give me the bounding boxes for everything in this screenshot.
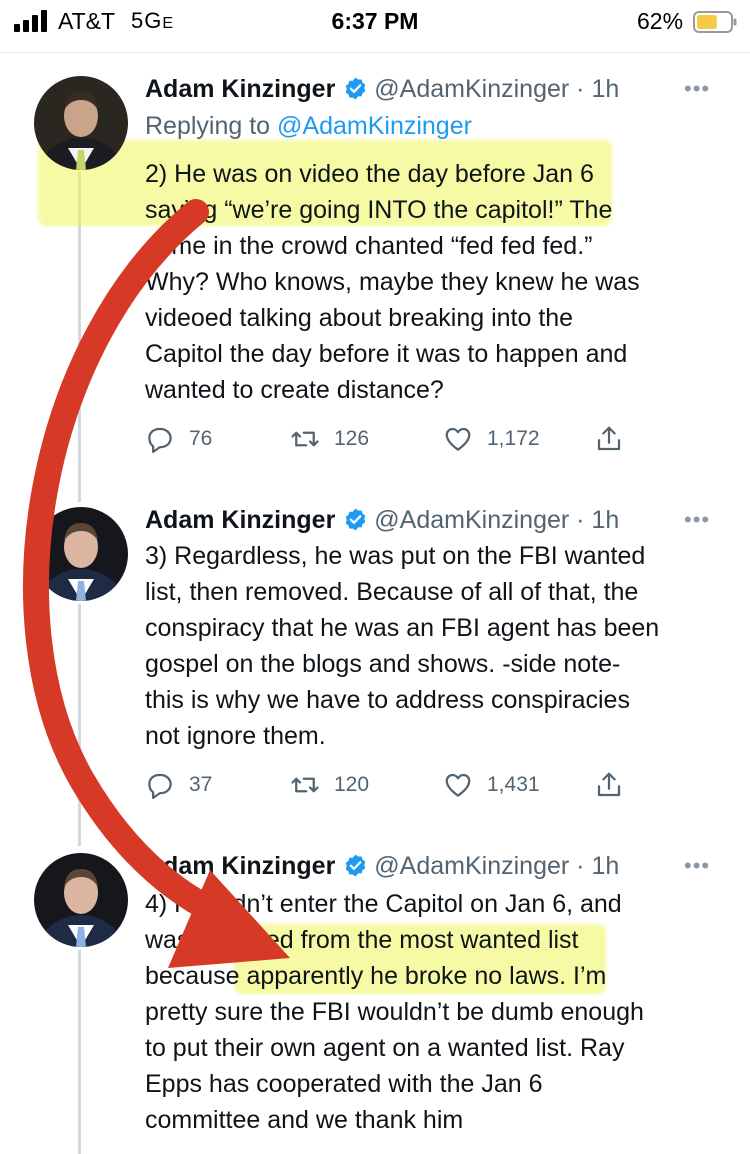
tweet-text-line: wanted to create distance? xyxy=(145,376,444,404)
tweet-text-line: saying “we’re going INTO the capitol!” T… xyxy=(145,196,613,224)
reply-icon xyxy=(148,427,172,453)
retweet-button[interactable]: 126 xyxy=(290,419,369,459)
tweet-text-line: 4) He didn’t enter the Capitol on Jan 6,… xyxy=(145,890,622,918)
tweet-text-line: committee and we thank him xyxy=(145,1106,464,1134)
share-button[interactable] xyxy=(594,419,624,459)
like-count: 1,172 xyxy=(487,427,540,450)
divider xyxy=(0,52,750,53)
display-name[interactable]: Adam Kinzinger xyxy=(145,506,335,534)
verified-badge-icon xyxy=(346,508,366,531)
tweet-text-line: because apparently he broke no laws. I’m xyxy=(145,962,607,990)
tweet-text-line: Capitol the day before it was to happen … xyxy=(145,340,628,368)
tweet-text-line: this is why we have to address conspirac… xyxy=(145,686,630,714)
display-name[interactable]: Adam Kinzinger xyxy=(145,75,335,103)
verified-badge-icon xyxy=(346,854,366,877)
retweet-count: 120 xyxy=(334,773,370,796)
tweet-header: Adam Kinzinger @AdamKinzinger · 1h xyxy=(145,848,619,884)
share-icon xyxy=(597,426,621,451)
tweet-text-line: not ignore them. xyxy=(145,722,326,750)
thread-connector-line xyxy=(78,604,81,846)
tweet-text-line: conspiracy that he was an FBI agent has … xyxy=(145,614,660,642)
reply-button[interactable]: 37 xyxy=(145,765,212,805)
tweet-time[interactable]: · 1h xyxy=(576,506,619,534)
retweet-button[interactable]: 120 xyxy=(290,765,369,805)
tweet-text-line: list, then removed. Because of all of th… xyxy=(145,578,639,606)
reply-mention-link[interactable]: @AdamKinzinger xyxy=(277,112,472,140)
retweet-count: 126 xyxy=(334,427,370,450)
retweet-icon xyxy=(291,777,319,793)
tweet-time[interactable]: · 1h xyxy=(576,852,619,880)
share-button[interactable] xyxy=(594,765,624,805)
handle[interactable]: @AdamKinzinger xyxy=(374,75,569,103)
tweet-text-line: Epps has cooperated with the Jan 6 xyxy=(145,1070,543,1098)
tweet-actions: 76 126 1,172 xyxy=(145,419,645,459)
reply-icon xyxy=(148,773,172,799)
like-count: 1,431 xyxy=(487,773,540,796)
tweet-text: 3) Regardless, he was put on the FBI wan… xyxy=(145,538,730,754)
tweet-text: 4) He didn’t enter the Capitol on Jan 6,… xyxy=(145,886,730,1138)
like-button[interactable]: 1,431 xyxy=(443,765,540,805)
tweet-actions: 37 120 1,431 xyxy=(145,765,645,805)
status-bar: AT&T 5GE 6:37 PM 62% xyxy=(0,0,750,48)
reply-count: 37 xyxy=(189,773,213,796)
tweet-text-line: 3) Regardless, he was put on the FBI wan… xyxy=(145,542,646,570)
tweet-time[interactable]: · 1h xyxy=(576,75,619,103)
retweet-icon xyxy=(291,431,319,447)
tweet-text-line: videoed talking about breaking into the xyxy=(145,304,574,332)
avatar[interactable] xyxy=(34,507,128,601)
display-name[interactable]: Adam Kinzinger xyxy=(145,852,335,880)
tweet-header: Adam Kinzinger @AdamKinzinger · 1h xyxy=(145,71,619,107)
share-icon xyxy=(597,772,621,797)
tweet-text-line: was removed from the most wanted list xyxy=(145,926,579,954)
battery-icon xyxy=(693,11,737,33)
like-button[interactable]: 1,172 xyxy=(443,419,540,459)
reply-button[interactable]: 76 xyxy=(145,419,212,459)
more-options-icon[interactable]: ••• xyxy=(684,507,710,533)
heart-icon xyxy=(445,427,471,451)
heart-icon xyxy=(445,773,471,797)
tweet-text-line: 2) He was on video the day before Jan 6 xyxy=(145,160,594,188)
more-options-icon[interactable]: ••• xyxy=(684,853,710,879)
tweet-text-line: pretty sure the FBI wouldn’t be dumb eno… xyxy=(145,998,644,1026)
reply-count: 76 xyxy=(189,427,213,450)
handle[interactable]: @AdamKinzinger xyxy=(374,506,569,534)
handle[interactable]: @AdamKinzinger xyxy=(374,852,569,880)
avatar[interactable] xyxy=(34,853,128,947)
tweet-text-line: gospel on the blogs and shows. -side not… xyxy=(145,650,621,678)
tweet-text: 2) He was on video the day before Jan 6 … xyxy=(145,156,730,408)
replying-to: Replying to @AdamKinzinger xyxy=(145,112,472,141)
tweet-text-line: to put their own agent on a wanted list.… xyxy=(145,1034,625,1062)
tweet-header: Adam Kinzinger @AdamKinzinger · 1h xyxy=(145,502,619,538)
battery-percent: 62% xyxy=(637,8,684,34)
replying-to-label: Replying to xyxy=(145,112,271,140)
verified-badge-icon xyxy=(346,77,366,100)
avatar[interactable] xyxy=(34,76,128,170)
more-options-icon[interactable]: ••• xyxy=(684,76,710,102)
tweet-text-line: Why? Who knows, maybe they knew he was xyxy=(145,268,640,296)
tweet-text-line: some in the crowd chanted “fed fed fed.” xyxy=(145,232,593,260)
thread-connector-line xyxy=(78,950,81,1154)
